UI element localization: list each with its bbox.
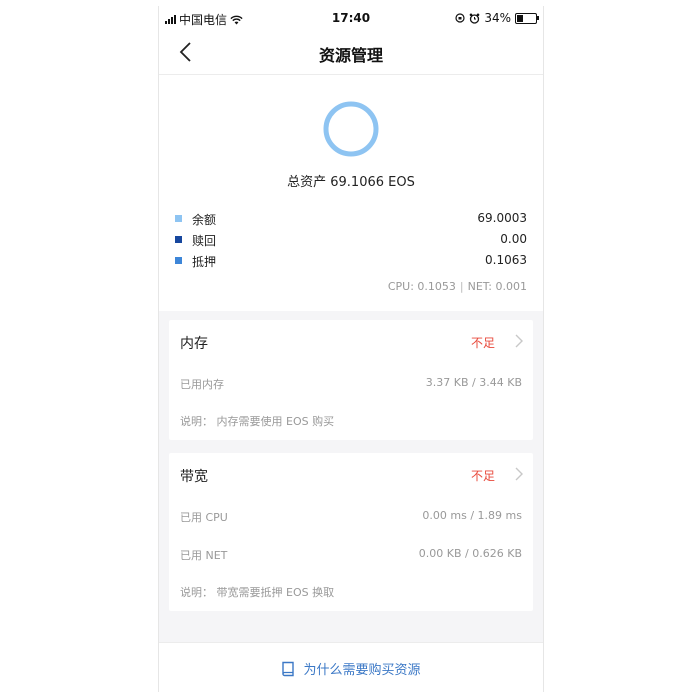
chevron-right-icon [515,467,523,481]
legend-dot-staked [175,257,182,264]
asset-ring-chart [323,101,379,157]
bandwidth-card: 带宽 不足 已用 CPU 0.00 ms / 1.89 ms 已用 NET 0.… [169,453,533,611]
why-buy-resources-button[interactable]: 为什么需要购买资源 [159,642,543,692]
legend-dot-redeem [175,236,182,243]
bandwidth-card-header[interactable]: 带宽 不足 [169,453,533,497]
legend-label-redeem: 赎回 [192,234,217,248]
bandwidth-note: 说明： 带宽需要抵押 EOS 换取 [169,573,533,611]
memory-used-value: 3.37 KB / 3.44 KB [425,376,522,389]
alarm-icon [470,13,480,24]
memory-card-header[interactable]: 内存 不足 [169,320,533,364]
book-icon [282,661,295,676]
legend-label-balance: 余额 [192,213,217,227]
status-bar: 中国电信 17:40 34% [159,6,543,30]
cpu-used-row: 已用 CPU 0.00 ms / 1.89 ms [169,497,533,535]
net-used-label: 已用 NET [180,549,228,562]
chevron-right-icon [515,334,523,348]
battery-percent: 34% [484,11,511,25]
legend-label-staked: 抵押 [192,255,217,269]
legend-row-balance: 余额 69.0003 [175,210,527,231]
memory-status: 不足 [470,336,495,350]
memory-note: 说明： 内存需要使用 EOS 购买 [169,402,533,440]
nav-bar: 资源管理 [159,30,543,75]
legend-value-redeem: 0.00 [500,232,527,246]
bandwidth-note-text: 说明： 带宽需要抵押 EOS 换取 [180,586,335,599]
net-used-row: 已用 NET 0.00 KB / 0.626 KB [169,535,533,573]
memory-used-label: 已用内存 [180,378,224,391]
status-right: 34% [455,11,539,25]
legend-value-balance: 69.0003 [477,211,527,225]
bandwidth-status: 不足 [470,469,495,483]
battery-icon [515,12,539,24]
separator: | [459,280,464,293]
legend-value-staked: 0.1063 [485,253,527,267]
asset-legend: 余额 69.0003 赎回 0.00 抵押 0.1063 [175,210,527,273]
why-buy-resources-content: 为什么需要购买资源 [159,659,543,678]
why-buy-resources-label: 为什么需要购买资源 [303,663,421,678]
legend-dot-balance [175,215,182,222]
memory-card: 内存 不足 已用内存 3.37 KB / 3.44 KB 说明： 内存需要使用 … [169,320,533,440]
bandwidth-title: 带宽 [180,469,208,485]
page-title: 资源管理 [318,46,383,65]
cpu-used-value: 0.00 ms / 1.89 ms [422,509,522,522]
total-assets: 总资产 69.1066 EOS [287,175,415,190]
legend-row-staked: 抵押 0.1063 [175,252,527,273]
legend-row-redeem: 赎回 0.00 [175,231,527,252]
asset-summary: 总资产 69.1066 EOS 余额 69.0003 赎回 0.00 抵押 0.… [159,75,543,311]
cpu-used-label: 已用 CPU [180,511,228,524]
orientation-lock-icon [455,13,465,23]
net-stake-value: NET: 0.001 [467,280,527,293]
cpu-stake-value: CPU: 0.1053 [387,280,456,293]
phone-screen: 中国电信 17:40 34% 资源管理 总资产 69.1066 EOS 余额 6… [158,6,544,692]
memory-title: 内存 [180,336,208,352]
memory-note-text: 说明： 内存需要使用 EOS 购买 [180,415,335,428]
memory-used-row: 已用内存 3.37 KB / 3.44 KB [169,364,533,402]
battery-fill [517,14,523,22]
cpu-net-breakdown: CPU: 0.1053 | NET: 0.001 [388,280,527,293]
net-used-value: 0.00 KB / 0.626 KB [418,547,522,560]
